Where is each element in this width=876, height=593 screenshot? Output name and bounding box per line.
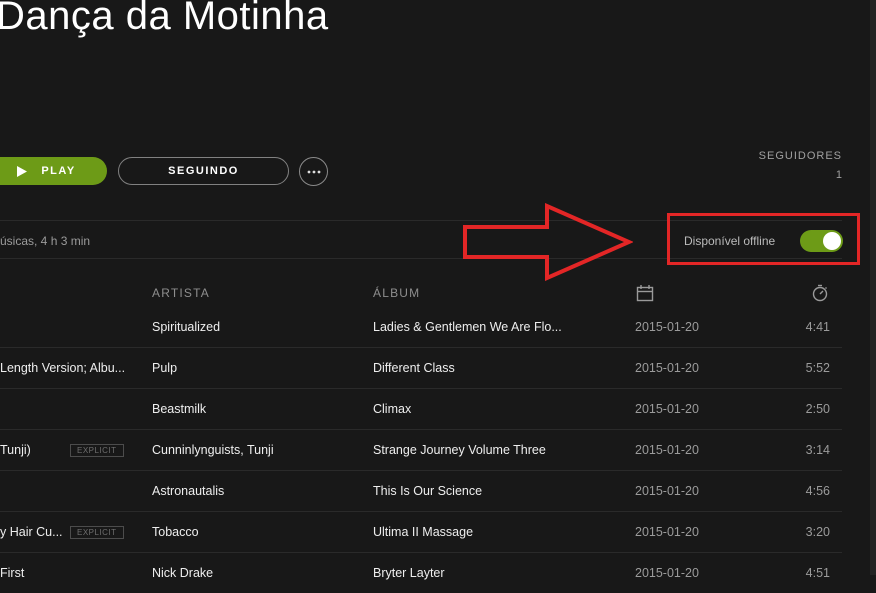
track-title: Tunji) [0,443,31,457]
track-title [0,307,140,347]
scrollbar[interactable] [870,0,876,575]
table-row[interactable]: Beastmilk Climax 2015-01-20 2:50 [0,389,842,430]
column-header-album[interactable]: ÁLBUM [373,286,420,300]
track-date: 2015-01-20 [635,361,699,375]
explicit-badge: EXPLICIT [70,444,124,457]
playlist-info: úsicas, 4 h 3 min [0,234,91,248]
table-row[interactable]: y Hair Cu... EXPLICIT Tobacco Ultima II … [0,512,842,553]
table-row[interactable]: First Nick Drake Bryter Layter 2015-01-2… [0,553,842,593]
track-album[interactable]: Ladies & Gentlemen We Are Flo... [373,307,583,347]
annotation-arrow-icon [463,203,633,281]
more-options-icon [307,170,320,173]
track-artist[interactable]: Astronautalis [152,471,362,511]
track-title [0,389,140,429]
play-button[interactable]: PLAY [0,157,107,185]
table-row[interactable]: Astronautalis This Is Our Science 2015-0… [0,471,842,512]
track-duration: 2:50 [805,402,830,416]
track-date: 2015-01-20 [635,566,699,580]
stopwatch-icon[interactable] [811,284,829,302]
track-date: 2015-01-20 [635,443,699,457]
track-date: 2015-01-20 [635,402,699,416]
track-album[interactable]: This Is Our Science [373,471,583,511]
track-album[interactable]: Bryter Layter [373,553,583,593]
track-artist[interactable]: Beastmilk [152,389,362,429]
track-duration: 3:14 [805,443,830,457]
track-artist[interactable]: Cunninlynguists, Tunji [152,430,362,470]
table-row[interactable]: Tunji) EXPLICIT Cunninlynguists, Tunji S… [0,430,842,471]
calendar-icon[interactable] [636,284,654,302]
track-title: y Hair Cu... [0,525,63,539]
track-artist[interactable]: Nick Drake [152,553,362,593]
play-icon [17,165,28,177]
annotation-highlight-box [667,213,860,265]
track-title: Length Version; Albu... [0,361,126,375]
track-album[interactable]: Different Class [373,348,583,388]
track-duration: 4:56 [805,484,830,498]
track-duration: 4:41 [805,320,830,334]
track-artist[interactable]: Tobacco [152,512,362,552]
track-album[interactable]: Climax [373,389,583,429]
track-title: First [0,566,25,580]
track-date: 2015-01-20 [635,525,699,539]
table-row[interactable]: Spiritualized Ladies & Gentlemen We Are … [0,307,842,348]
track-duration: 5:52 [805,361,830,375]
column-header-artist[interactable]: ARTISTA [152,286,210,300]
track-title [0,471,140,511]
followers-count: 1 [835,169,842,181]
track-album[interactable]: Ultima II Massage [373,512,583,552]
follow-button[interactable]: SEGUINDO [118,157,289,185]
track-duration: 3:20 [805,525,830,539]
track-artist[interactable]: Spiritualized [152,307,362,347]
track-album[interactable]: Strange Journey Volume Three [373,430,583,470]
more-options-button[interactable] [299,157,328,186]
play-button-label: PLAY [41,165,76,177]
track-artist[interactable]: Pulp [152,348,362,388]
explicit-badge: EXPLICIT [70,526,124,539]
playlist-title: Dança da Motinha [0,0,329,38]
track-date: 2015-01-20 [635,320,699,334]
followers-label: SEGUIDORES [758,150,842,162]
track-date: 2015-01-20 [635,484,699,498]
track-duration: 4:51 [805,566,830,580]
table-row[interactable]: Length Version; Albu... Pulp Different C… [0,348,842,389]
